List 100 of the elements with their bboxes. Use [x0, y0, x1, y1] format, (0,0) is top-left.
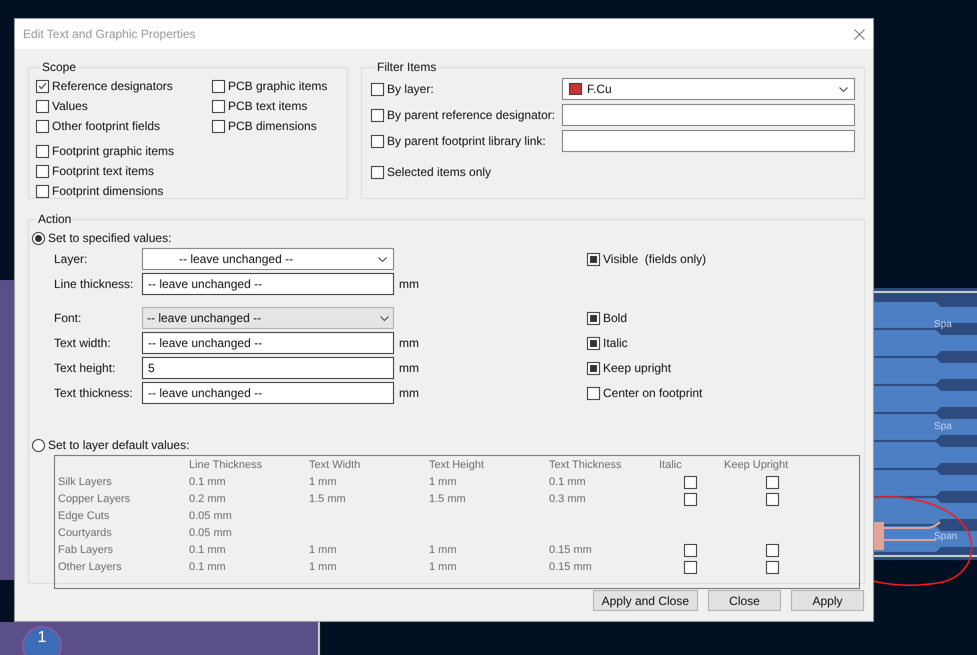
- checkbox[interactable]: [766, 544, 779, 557]
- pcb-label: Span: [934, 532, 958, 542]
- checkbox[interactable]: [766, 476, 779, 489]
- checkbox-label: Bold: [603, 310, 628, 327]
- input-field[interactable]: [562, 130, 855, 152]
- input-field[interactable]: 5: [142, 357, 394, 379]
- checkbox[interactable]: [212, 120, 225, 132]
- row-header: Other Layers: [58, 560, 123, 576]
- checkbox[interactable]: [371, 82, 384, 96]
- checkbox-label: Other footprint fields: [52, 118, 160, 135]
- caret-icon: [378, 256, 387, 262]
- group-title: Action: [37, 211, 72, 228]
- checkbox[interactable]: [587, 336, 600, 350]
- checkbox[interactable]: [36, 120, 49, 132]
- window-title: Edit Text and Graphic Properties: [23, 26, 196, 43]
- checkmark-icon: [38, 82, 47, 90]
- input-field[interactable]: -- leave unchanged --: [142, 273, 394, 295]
- table-cell-text: 0.1 mm: [189, 560, 226, 576]
- checkbox[interactable]: [684, 493, 697, 506]
- column-header: Text Width: [309, 458, 362, 474]
- checkbox[interactable]: [36, 144, 49, 158]
- table-cell-text: 1.5 mm: [429, 492, 466, 508]
- checkbox[interactable]: [36, 164, 49, 178]
- checkbox-label: PCB dimensions: [228, 118, 317, 135]
- row-header: Fab Layers: [58, 543, 114, 558]
- checkbox-label: By parent reference designator:: [387, 107, 556, 124]
- field-label: Text thickness:: [54, 385, 134, 402]
- radio-button[interactable]: [32, 438, 45, 452]
- column-header: Keep Upright: [724, 458, 790, 474]
- checkbox-label: By layer:: [387, 81, 434, 98]
- table-cell-text: 0.1 mm: [189, 475, 226, 490]
- column-header: Italic: [659, 458, 683, 474]
- unit-label: mm: [399, 360, 419, 377]
- checkbox[interactable]: [766, 493, 779, 506]
- caret-icon: [839, 86, 848, 92]
- column-header: Text Thickness: [549, 458, 623, 474]
- checkbox-label: By parent footprint library link:: [387, 133, 546, 150]
- caret-icon: [380, 316, 389, 320]
- group-title: Scope: [41, 59, 78, 76]
- checkbox[interactable]: [212, 80, 225, 92]
- radio-button[interactable]: [32, 232, 45, 244]
- checkbox[interactable]: [587, 312, 600, 324]
- checkbox[interactable]: [684, 544, 697, 557]
- table-cell-text: 0.05 mm: [189, 526, 232, 542]
- checkbox-label: Visible (fields only): [603, 251, 706, 268]
- checkbox-label: Footprint dimensions: [52, 183, 164, 200]
- checkbox-label: Reference designators: [52, 78, 173, 95]
- table-cell-text: 0.05 mm: [189, 509, 232, 524]
- table-cell-text: 0.1 mm: [189, 543, 226, 558]
- dialog-button[interactable]: Apply: [791, 590, 864, 611]
- checkbox-label: Center on footprint: [603, 385, 702, 402]
- table-cell-text: 1 mm: [309, 543, 336, 558]
- checkbox-label: Selected items only: [387, 164, 492, 181]
- pcb-label: Spa: [934, 320, 952, 330]
- row-header: Courtyards: [58, 526, 113, 542]
- checkbox-label: Footprint graphic items: [52, 143, 174, 160]
- field-label: Layer:: [54, 251, 88, 268]
- checkbox[interactable]: [587, 252, 600, 266]
- checkbox[interactable]: [684, 476, 697, 489]
- close-icon[interactable]: [854, 28, 865, 40]
- checkbox[interactable]: [36, 184, 49, 198]
- checkbox-label: PCB text items: [228, 98, 308, 115]
- table-cell-text: 1 mm: [429, 543, 456, 558]
- checkbox[interactable]: [371, 134, 384, 148]
- row-header: Edge Cuts: [58, 509, 110, 524]
- checkbox[interactable]: [684, 561, 697, 574]
- input-field[interactable]: -- leave unchanged --: [142, 382, 394, 404]
- checkbox[interactable]: [587, 386, 600, 400]
- field-label: Line thickness:: [54, 276, 134, 293]
- input-field[interactable]: [562, 104, 855, 126]
- table-cell-text: 1.5 mm: [309, 492, 346, 508]
- input-field[interactable]: -- leave unchanged --: [142, 332, 394, 354]
- checkbox[interactable]: [587, 362, 600, 374]
- field-label: Font:: [54, 310, 82, 327]
- checkbox[interactable]: [36, 100, 49, 112]
- layer-dropdown[interactable]: -- leave unchanged --: [142, 248, 394, 270]
- checkbox[interactable]: [766, 561, 779, 574]
- checkbox-label: Keep upright: [603, 360, 672, 377]
- font-dropdown[interactable]: -- leave unchanged --: [142, 307, 394, 329]
- checkbox-label: Footprint text items: [52, 163, 154, 180]
- dialog-button[interactable]: Close: [708, 590, 781, 611]
- checkbox[interactable]: [371, 108, 384, 122]
- layer-filter-dropdown[interactable]: F.Cu: [562, 78, 855, 100]
- table-cell-text: 0.1 mm: [549, 475, 586, 490]
- unit-label: mm: [399, 385, 419, 402]
- checkbox[interactable]: [212, 100, 225, 112]
- field-label: Text height:: [54, 360, 116, 377]
- table-cell-text: 0.15 mm: [549, 543, 592, 558]
- table-cell-text: 0.2 mm: [189, 492, 226, 508]
- row-header: Silk Layers: [58, 475, 113, 490]
- checkbox[interactable]: [36, 80, 49, 92]
- dialog-button[interactable]: Apply and Close: [592, 590, 698, 611]
- table-cell-text: 0.3 mm: [549, 492, 586, 508]
- column-header: Text Height: [429, 458, 486, 474]
- radio-label: Set to layer default values:: [48, 437, 190, 454]
- table-cell-text: 1 mm: [309, 560, 336, 576]
- table-cell-text: 1 mm: [429, 560, 456, 576]
- checkbox[interactable]: [371, 166, 384, 178]
- group-title: Filter Items: [376, 59, 438, 76]
- table-cell-text: 1 mm: [429, 475, 456, 490]
